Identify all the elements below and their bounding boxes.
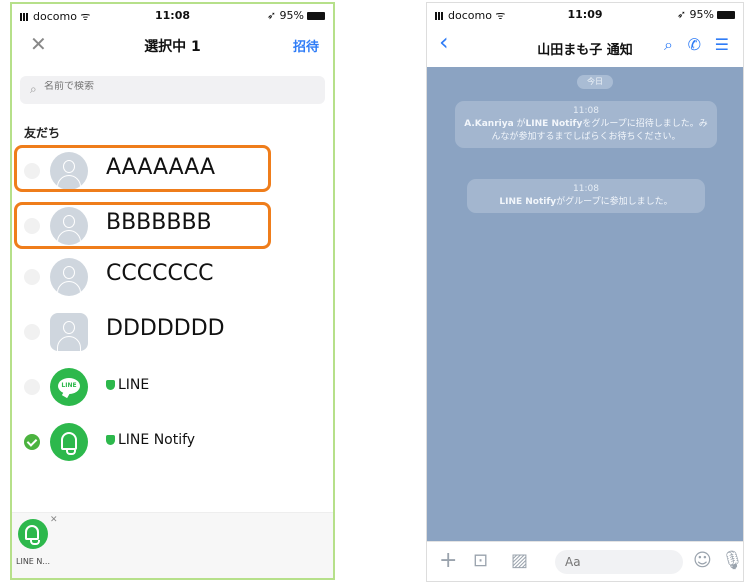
system-message: 11:08 A.Kanriya がLINE Notifyをグループに招待しました… xyxy=(455,101,717,148)
composer-bar: + ⊡ ▨ ☺ 🎙 xyxy=(427,541,743,581)
status-bar: docomo ᯤ 11:09 ➶ 95% xyxy=(427,3,743,25)
friend-row[interactable]: CCCCCCC xyxy=(12,250,333,302)
select-checkbox[interactable] xyxy=(24,379,40,395)
message-text: がグループに参加しました。 xyxy=(556,197,673,207)
search-icon: ⌕ xyxy=(30,82,37,96)
official-badge-icon xyxy=(106,380,115,390)
highlight-box xyxy=(14,202,271,249)
friend-name: DDDDDDD xyxy=(106,316,225,341)
section-title-friends: 友だち xyxy=(24,126,61,140)
date-pill: 今日 xyxy=(577,75,613,89)
camera-icon[interactable]: ⊡ xyxy=(473,551,488,571)
message-bold: LINE Notify xyxy=(499,197,557,207)
plus-icon[interactable]: + xyxy=(439,550,457,572)
invite-button[interactable]: 招待 xyxy=(293,36,319,55)
highlight-box xyxy=(14,145,271,192)
battery-label: 95% xyxy=(279,9,304,22)
phone-icon[interactable]: ✆ xyxy=(688,35,701,54)
line-logo-icon: LINE xyxy=(50,368,88,406)
battery-icon xyxy=(717,11,735,19)
message-input[interactable] xyxy=(555,550,683,574)
chat-area[interactable]: 今日 11:08 A.Kanriya がLINE Notifyをグループに招待し… xyxy=(427,67,743,541)
nav-bar: ‹ 山田まも子 通知 ⌕ ✆ ☰ xyxy=(427,27,743,67)
friend-name: CCCCCCC xyxy=(106,261,214,286)
default-avatar-icon xyxy=(50,313,88,351)
search-icon[interactable]: ⌕ xyxy=(664,35,673,55)
chat-screen: docomo ᯤ 11:09 ➶ 95% ‹ 山田まも子 通知 ⌕ ✆ ☰ 今日… xyxy=(426,2,744,582)
friend-name: LINE xyxy=(106,377,149,393)
friend-row[interactable]: LINE LINE xyxy=(12,360,333,412)
friend-name: LINE Notify xyxy=(106,432,195,448)
message-text: が xyxy=(513,119,526,129)
selected-checkbox[interactable] xyxy=(24,434,40,450)
bell-icon xyxy=(50,423,88,461)
selected-label: LINE N... xyxy=(16,557,51,566)
page-title: 選択中 1 xyxy=(144,39,201,55)
search-input[interactable] xyxy=(44,81,244,92)
search-bar[interactable]: ⌕ xyxy=(20,76,325,104)
remove-icon[interactable]: ✕ xyxy=(50,515,58,525)
official-badge-icon xyxy=(106,435,115,445)
message-bold: LINE Notify xyxy=(525,119,583,129)
battery-icon xyxy=(307,12,325,20)
default-avatar-icon xyxy=(50,258,88,296)
image-icon[interactable]: ▨ xyxy=(511,551,528,571)
invite-screen: docomo ᯤ 11:08 ➶ 95% ✕ 選択中 1 招待 ⌕ 友だち AA… xyxy=(10,2,335,580)
status-bar: docomo ᯤ 11:08 ➶ 95% xyxy=(12,4,333,26)
message-time: 11:08 xyxy=(573,184,599,194)
friend-name-text: LINE Notify xyxy=(118,432,196,448)
battery-label: 95% xyxy=(689,8,714,21)
nav-bar: ✕ 選択中 1 招待 xyxy=(12,28,333,64)
message-time: 11:08 xyxy=(573,106,599,116)
battery: ➶ 95% xyxy=(677,8,735,21)
select-checkbox[interactable] xyxy=(24,324,40,340)
mic-icon[interactable]: 🎙 xyxy=(721,551,743,571)
system-message: 11:08 LINE Notifyがグループに参加しました。 xyxy=(467,179,705,213)
friend-name-text: LINE xyxy=(118,377,150,393)
emoji-icon[interactable]: ☺ xyxy=(693,551,712,571)
select-checkbox[interactable] xyxy=(24,269,40,285)
friend-row-selected[interactable]: LINE Notify xyxy=(12,415,333,467)
battery: ➶ 95% xyxy=(267,9,325,22)
selected-tray: ✕ LINE N... xyxy=(12,512,333,578)
menu-icon[interactable]: ☰ xyxy=(715,35,729,54)
friend-row[interactable]: DDDDDDD xyxy=(12,305,333,357)
bell-icon[interactable] xyxy=(18,519,48,549)
message-actor: A.Kanriya xyxy=(464,119,514,129)
